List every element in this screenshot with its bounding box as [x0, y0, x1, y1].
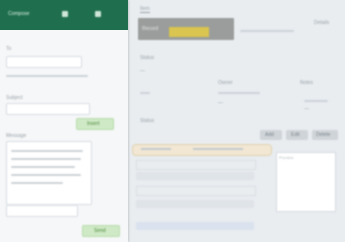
add-button[interactable]: Add: [260, 130, 282, 140]
table-row[interactable]: [136, 222, 254, 230]
message-body[interactable]: [6, 141, 92, 205]
text-line: [11, 150, 83, 152]
edit-button[interactable]: Edit: [286, 130, 308, 140]
notes-label: Notes: [300, 80, 314, 86]
edit-button-label: Edit: [291, 132, 300, 138]
table-cell: [141, 148, 171, 150]
notes-value: —: [304, 106, 309, 112]
notes-value-line: [304, 100, 328, 102]
delete-button-label: Delete: [316, 132, 331, 138]
subject-label: Subject: [6, 95, 23, 101]
tab-item[interactable]: Item: [140, 6, 150, 13]
add-button-label: Add: [265, 132, 274, 138]
text-line: [11, 158, 81, 160]
owner-value-line: [218, 92, 260, 94]
toolbar-caption: [240, 30, 294, 32]
close-icon[interactable]: [95, 11, 101, 17]
compose-header: Compose: [0, 0, 128, 30]
owner-label: Owner: [218, 80, 233, 86]
text-line: [11, 166, 75, 168]
tab-details[interactable]: Details: [314, 20, 329, 26]
table-row[interactable]: [136, 200, 254, 208]
table-row[interactable]: [136, 186, 256, 196]
to-label: To: [6, 46, 12, 52]
list-section-label: Status: [140, 118, 155, 124]
send-button[interactable]: Send: [82, 225, 120, 237]
text-line: [11, 174, 81, 176]
table-cell: [193, 148, 243, 150]
minimize-icon[interactable]: [62, 11, 68, 17]
table-row[interactable]: [136, 160, 256, 170]
preview-box: Preview: [276, 152, 336, 212]
subject-field[interactable]: [6, 103, 90, 115]
status-value: —: [140, 68, 145, 74]
status-label: Status: [140, 55, 155, 61]
to-field[interactable]: [6, 56, 82, 68]
owner-value: —: [218, 100, 223, 106]
table-row[interactable]: [136, 172, 254, 180]
attachment-field[interactable]: [6, 205, 78, 217]
delete-button[interactable]: Delete: [312, 130, 338, 140]
status-value-line: [140, 92, 150, 94]
preview-label: Preview: [279, 155, 294, 160]
compose-title: Compose: [8, 11, 30, 17]
insert-button-label: Insert: [87, 121, 100, 127]
highlight-field[interactable]: [169, 27, 209, 37]
compose-panel: Compose To Subject Insert Message Send: [0, 0, 128, 242]
table-row-selected[interactable]: [132, 144, 272, 156]
message-label: Message: [6, 133, 27, 139]
text-line: [11, 182, 63, 184]
insert-button[interactable]: Insert: [76, 118, 114, 130]
toolbar-title: Record: [142, 26, 159, 32]
divider: [6, 75, 88, 77]
send-button-label: Send: [94, 228, 106, 234]
